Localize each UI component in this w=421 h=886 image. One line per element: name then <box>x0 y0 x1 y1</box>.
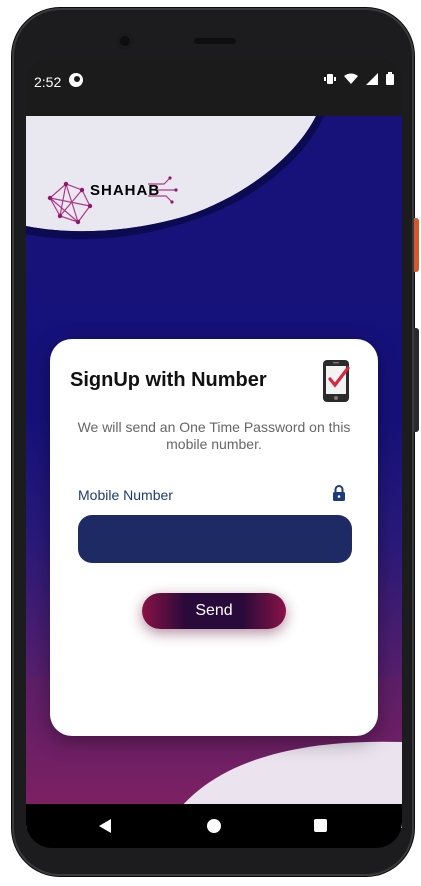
phone-check-icon <box>323 360 350 402</box>
home-icon[interactable] <box>207 819 221 833</box>
card-title: SignUp with Number <box>70 369 267 391</box>
status-time: 2:52 <box>34 74 62 90</box>
battery-icon <box>386 72 394 85</box>
power-button <box>414 218 419 272</box>
back-icon[interactable] <box>98 818 112 834</box>
app-background: SHAHAB SignUp with Number We will send a… <box>26 116 402 828</box>
mobile-number-input[interactable] <box>78 515 352 563</box>
lock-icon <box>333 485 345 501</box>
signal-icon <box>366 72 378 85</box>
vibrate-icon <box>324 73 336 84</box>
recents-icon[interactable] <box>314 819 327 832</box>
status-icons <box>324 72 394 85</box>
screen: 2:52 SHAHAB SignUp with Number We will s… <box>26 58 402 828</box>
g-icon <box>69 73 83 87</box>
front-camera <box>117 33 133 49</box>
volume-button <box>414 328 419 432</box>
brand-name: SHAHAB <box>90 182 161 199</box>
send-button[interactable]: Send <box>142 593 286 629</box>
earpiece-speaker <box>194 38 236 44</box>
navigation-bar <box>26 804 402 848</box>
signup-card: SignUp with Number We will send an One T… <box>50 339 378 736</box>
status-bar: 2:52 <box>26 58 402 116</box>
card-description: We will send an One Time Password on thi… <box>77 419 351 452</box>
wifi-icon <box>344 73 358 84</box>
mobile-number-label: Mobile Number <box>78 487 173 503</box>
